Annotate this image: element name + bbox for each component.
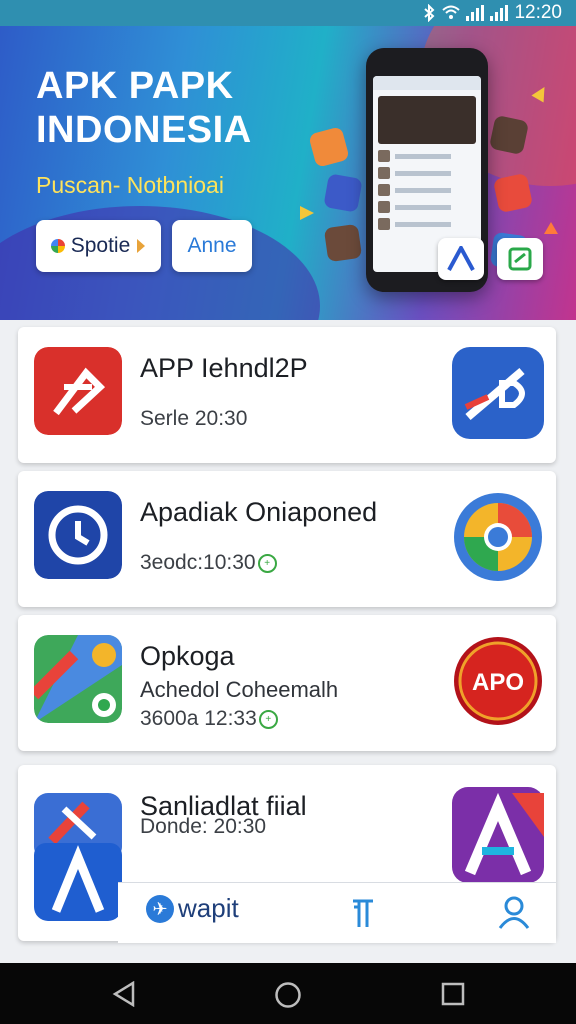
hero-subtitle: Puscan- Notbnioai	[36, 172, 224, 198]
app-title: Opkoga	[140, 641, 235, 671]
recents-button[interactable]	[440, 981, 466, 1012]
home-button[interactable]	[274, 981, 302, 1014]
system-nav-bar	[0, 963, 576, 1024]
verified-icon: +	[258, 709, 278, 729]
back-button[interactable]	[112, 980, 136, 1012]
app-meta: 3eodc:10:30 +	[140, 551, 277, 575]
hero-title: APK PAPK INDONESIA	[36, 65, 252, 151]
app-title: APP Iehndl2P	[140, 353, 308, 383]
red-arrow-app-icon[interactable]	[34, 347, 122, 435]
profile-icon	[498, 896, 530, 929]
brand-logo-icon: ✈	[146, 894, 174, 923]
signal-icon	[490, 5, 509, 21]
signal-icon	[466, 5, 485, 21]
recents-icon	[441, 982, 465, 1006]
apo-badge-text: APO	[472, 669, 524, 696]
floating-triangle-icon	[300, 206, 314, 220]
app-subtitle: Achedol Coheemalh	[140, 677, 339, 702]
brand-label: wapit	[178, 893, 239, 923]
blue-d-app-icon[interactable]	[452, 347, 544, 439]
app-shortcut-card	[497, 238, 543, 280]
hero-secondary-button[interactable]: Anne	[172, 220, 252, 272]
status-time: 12:20	[514, 2, 562, 23]
hero-banner: APK PAPK INDONESIA Puscan- Notbnioai Spo…	[0, 26, 576, 320]
floating-app-icon	[308, 126, 350, 168]
a-letter-purple-icon[interactable]	[452, 787, 544, 883]
app-list-item[interactable]: Apadiak Oniaponed 3eodc:10:30 +	[18, 471, 556, 607]
status-bar: 12:20	[0, 0, 576, 26]
document-icon	[508, 247, 532, 271]
a-letter-icon	[447, 246, 475, 271]
hero-primary-label: Spotie	[70, 234, 131, 257]
home-icon	[275, 982, 301, 1008]
brand-link[interactable]: ✈ wapit	[146, 893, 239, 924]
floating-app-icon	[488, 114, 530, 156]
floating-app-icon	[323, 223, 363, 263]
app-list-item[interactable]: Opkoga Achedol Coheemalh 3600a 12:33 + AP…	[18, 615, 556, 751]
google-play-icon	[50, 239, 65, 253]
bookmark-button[interactable]	[350, 897, 376, 934]
status-icons: 12:20	[422, 2, 562, 24]
floating-app-icon	[323, 173, 363, 213]
floating-triangle-icon	[544, 222, 558, 234]
clock-app-icon[interactable]	[34, 491, 122, 579]
profile-button[interactable]	[498, 895, 530, 934]
app-meta: Serle 20:30	[140, 407, 248, 430]
verified-icon: +	[257, 553, 277, 573]
hero-secondary-label: Anne	[187, 234, 237, 257]
play-store-icon	[137, 239, 146, 253]
app-list-item[interactable]: APP Iehndl2P Serle 20:30	[18, 327, 556, 463]
bookmark-icon	[353, 899, 373, 927]
bluetooth-icon	[424, 4, 435, 22]
apo-badge-icon[interactable]: APO	[452, 635, 544, 727]
chrome-icon[interactable]	[452, 491, 544, 583]
back-icon	[112, 980, 135, 1008]
app-meta: 3600a 12:33 +	[140, 707, 278, 731]
a-letter-app-icon[interactable]	[34, 793, 122, 921]
maps-app-icon[interactable]	[34, 635, 122, 723]
hero-primary-button[interactable]: Spotie	[36, 220, 161, 272]
bottom-nav: ✈ wapit	[118, 882, 556, 943]
app-shortcut-card	[438, 238, 484, 280]
floating-app-icon	[492, 172, 534, 214]
app-title: Apadiak Oniaponed	[140, 497, 378, 527]
wifi-icon	[442, 5, 461, 19]
app-meta: Donde: 20:30	[140, 815, 267, 838]
